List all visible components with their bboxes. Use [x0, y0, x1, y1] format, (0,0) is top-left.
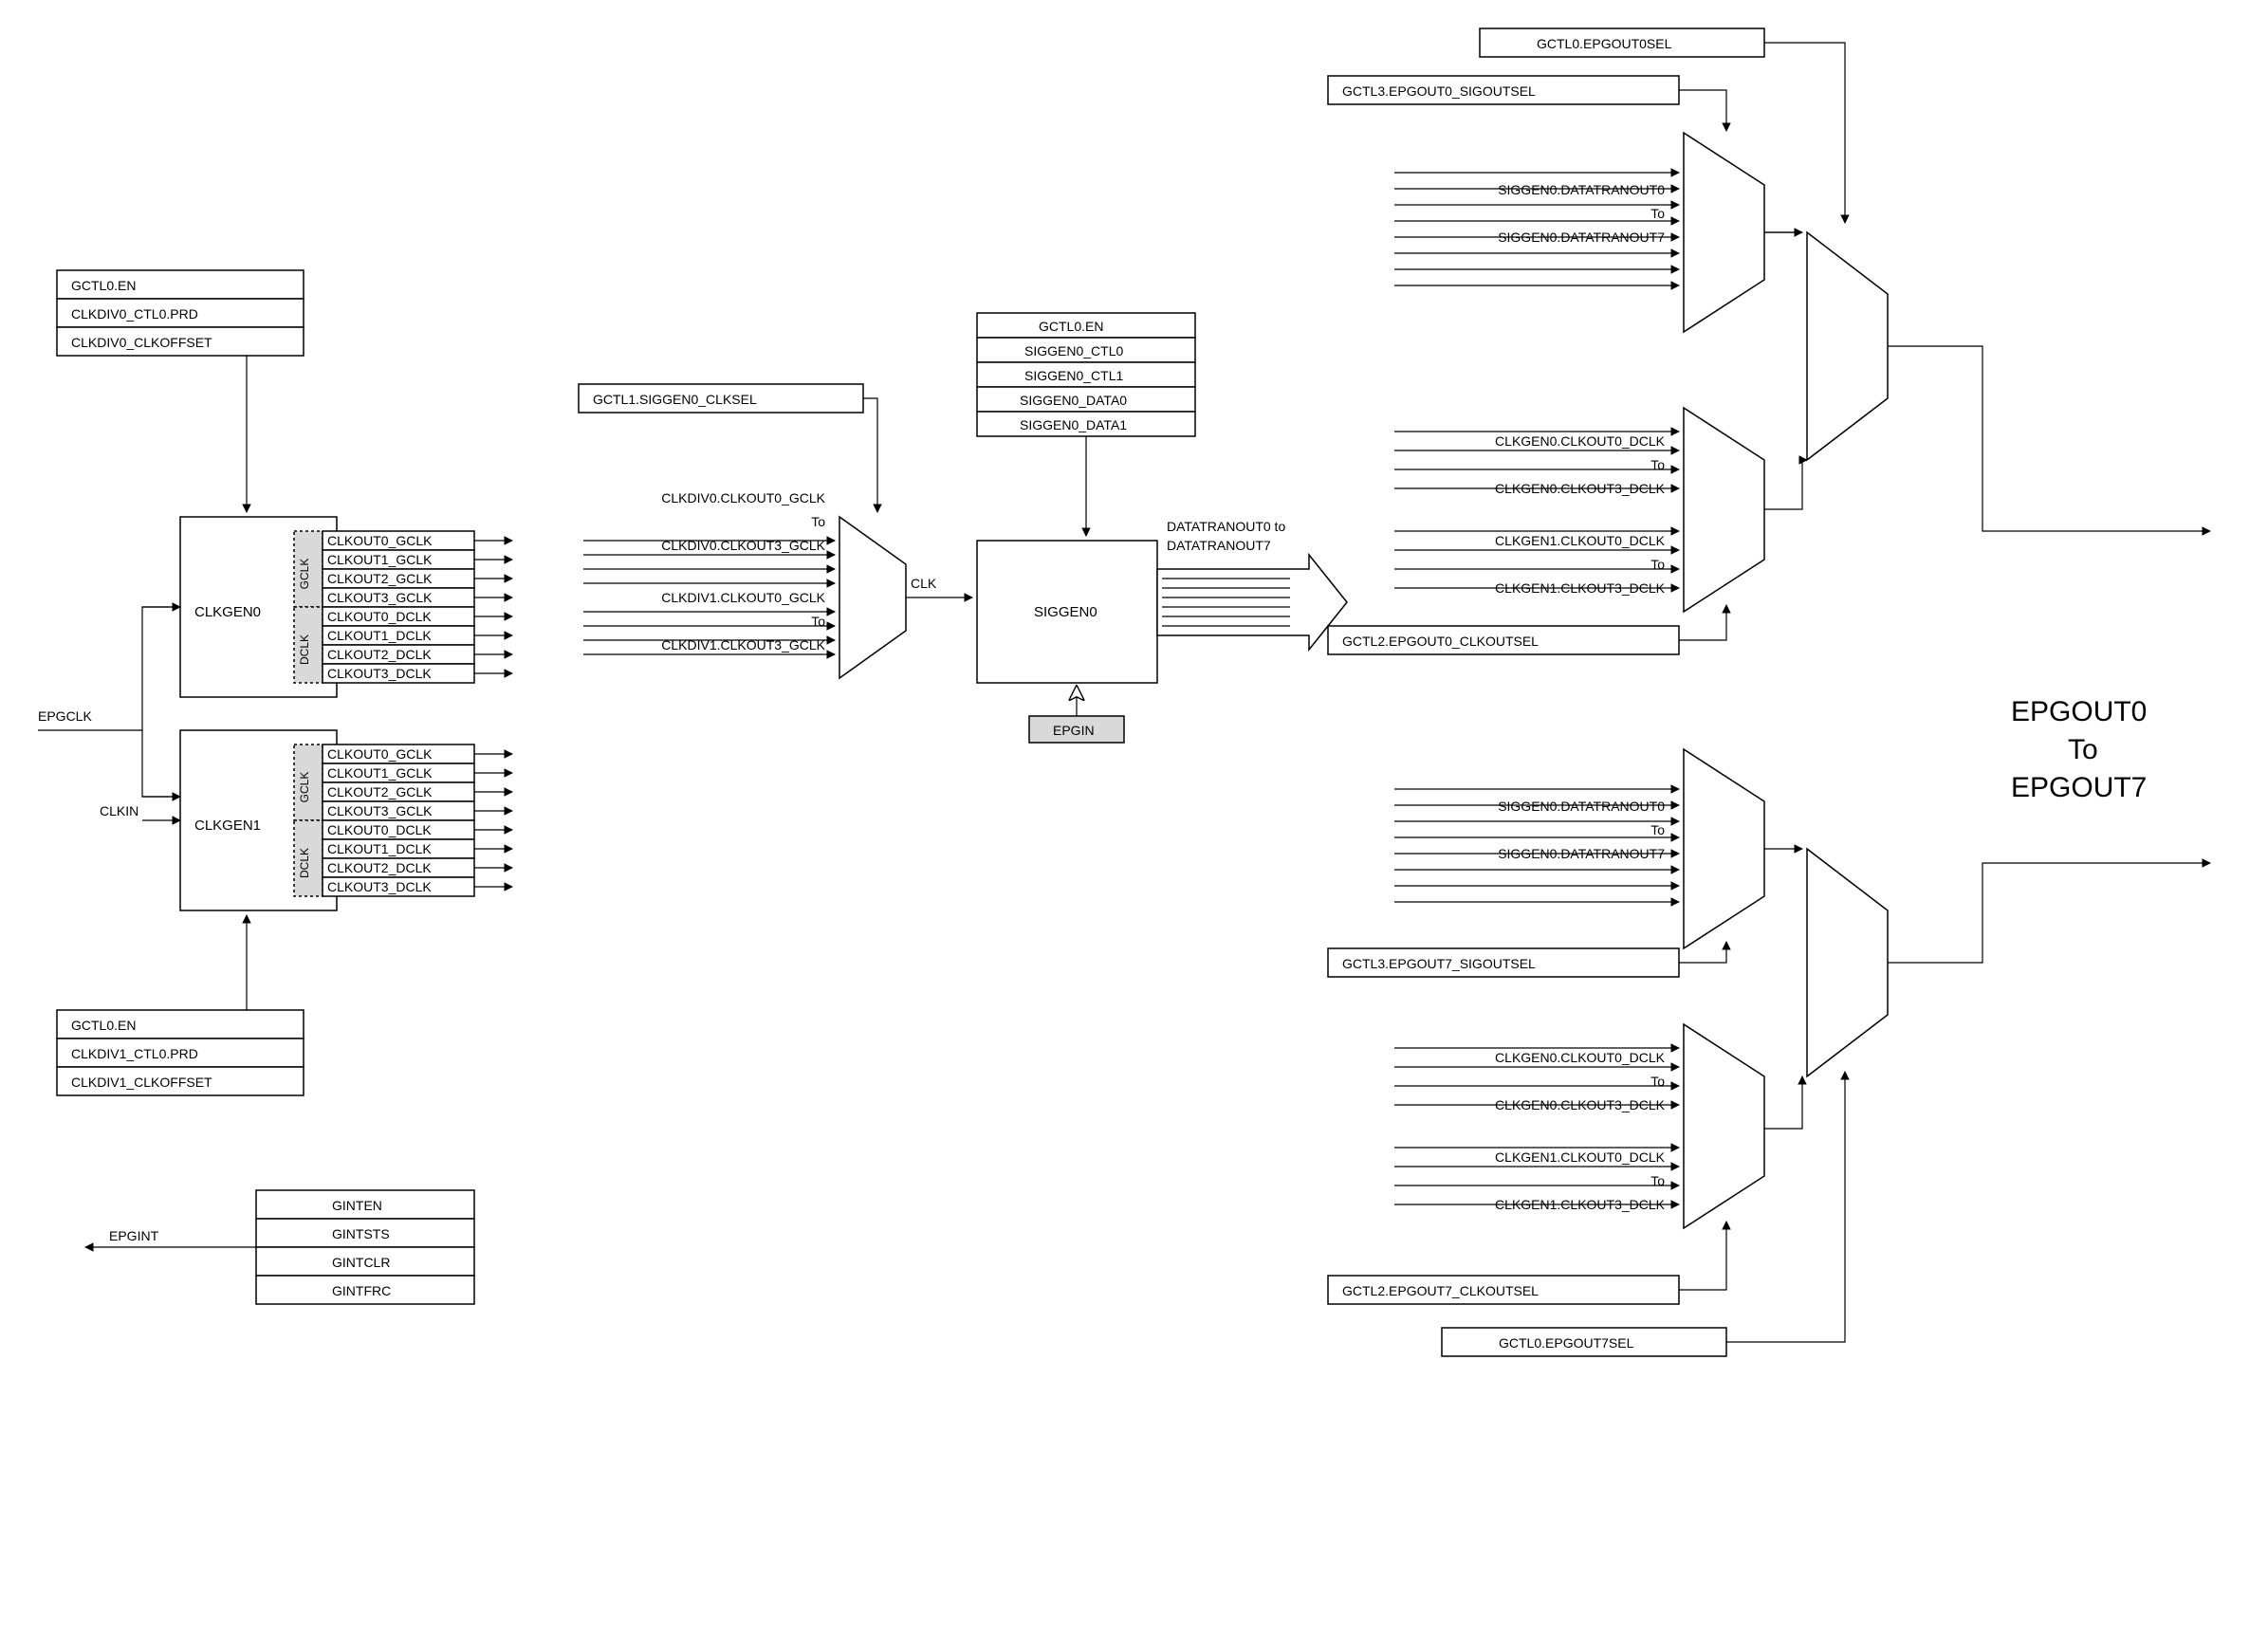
svg-text:CLKOUT3_GCLK: CLKOUT3_GCLK	[327, 590, 433, 605]
clkgen1-name: CLKGEN1	[194, 818, 261, 834]
epgclk-label: EPGCLK	[38, 708, 92, 724]
svg-text:GINTCLR: GINTCLR	[332, 1255, 390, 1270]
svg-text:DATATRANOUT7: DATATRANOUT7	[1167, 538, 1271, 553]
svg-text:CLKOUT3_DCLK: CLKOUT3_DCLK	[327, 879, 432, 894]
clkgen1-regs: GCTL0.EN CLKDIV1_CTL0.PRD CLKDIV1_CLKOFF…	[57, 1010, 304, 1095]
clkgen0-reg0: GCTL0.EN	[71, 278, 136, 293]
clkin-label: CLKIN	[100, 803, 138, 818]
out7-mux	[1807, 849, 1888, 1076]
clkgen1-block: CLKGEN1 GCLK DCLK CLKOUT0_GCLK CLKOUT1_G…	[180, 730, 512, 910]
out7-sel-label: GCTL0.EPGOUT7SEL	[1499, 1335, 1634, 1351]
svg-text:CLKDIV1.CLKOUT0_GCLK: CLKDIV1.CLKOUT0_GCLK	[661, 590, 825, 605]
sig0-mux	[1684, 133, 1764, 332]
svg-text:CLKOUT3_GCLK: CLKOUT3_GCLK	[327, 803, 433, 818]
clkgen0-name: CLKGEN0	[194, 604, 261, 620]
epgout0-label: EPGOUT0	[2011, 696, 2147, 727]
epgout7-label: EPGOUT7	[2011, 772, 2147, 803]
clkgen0-reg2: CLKDIV0_CLKOFFSET	[71, 335, 212, 350]
clk7-sel-label: GCTL2.EPGOUT7_CLKOUTSEL	[1342, 1283, 1539, 1298]
svg-text:CLKOUT0_GCLK: CLKOUT0_GCLK	[327, 746, 433, 762]
svg-text:CLKOUT2_GCLK: CLKOUT2_GCLK	[327, 571, 433, 586]
clkgen0-gclk-label: GCLK	[298, 559, 311, 590]
svg-text:CLKOUT3_DCLK: CLKOUT3_DCLK	[327, 666, 432, 681]
siggen-clksel-label: GCTL1.SIGGEN0_CLKSEL	[593, 392, 757, 407]
clkgen0-reg1: CLKDIV0_CTL0.PRD	[71, 306, 198, 322]
svg-text:CLKOUT1_DCLK: CLKOUT1_DCLK	[327, 841, 432, 856]
sig7-sel-label: GCTL3.EPGOUT7_SIGOUTSEL	[1342, 956, 1536, 971]
svg-text:To: To	[1650, 822, 1665, 837]
svg-text:CLKOUT1_GCLK: CLKOUT1_GCLK	[327, 765, 433, 781]
svg-text:GCTL0.EN: GCTL0.EN	[1039, 319, 1103, 334]
svg-text:CLKOUT1_DCLK: CLKOUT1_DCLK	[327, 628, 432, 643]
svg-text:SIGGEN0_DATA1: SIGGEN0_DATA1	[1020, 417, 1127, 432]
out0-mux	[1807, 232, 1888, 460]
svg-text:GCTL0.EN: GCTL0.EN	[71, 1018, 136, 1033]
svg-text:CLKOUT1_GCLK: CLKOUT1_GCLK	[327, 552, 433, 567]
svg-text:CLKDIV0.CLKOUT0_GCLK: CLKDIV0.CLKOUT0_GCLK	[661, 490, 825, 506]
svg-text:GINTFRC: GINTFRC	[332, 1283, 391, 1298]
siggen-name: SIGGEN0	[1034, 604, 1097, 620]
clkgen0-outs: CLKOUT0_GCLK CLKOUT1_GCLK CLKOUT2_GCLK C…	[323, 531, 474, 683]
svg-text:CLKOUT0_GCLK: CLKOUT0_GCLK	[327, 533, 433, 548]
svg-text:CLKGEN1.CLKOUT0_DCLK: CLKGEN1.CLKOUT0_DCLK	[1495, 533, 1666, 548]
svg-text:CLKOUT0_DCLK: CLKOUT0_DCLK	[327, 609, 432, 624]
clk0-mux	[1684, 408, 1764, 612]
svg-text:CLKOUT0_DCLK: CLKOUT0_DCLK	[327, 822, 432, 837]
clkgen0-regs: GCTL0.EN CLKDIV0_CTL0.PRD CLKDIV0_CLKOFF…	[57, 270, 304, 356]
siggen-clk-mux	[839, 517, 906, 678]
svg-text:CLKDIV1_CLKOFFSET: CLKDIV1_CLKOFFSET	[71, 1075, 212, 1090]
svg-text:DATATRANOUT0 to: DATATRANOUT0 to	[1167, 519, 1285, 534]
svg-text:DCLK: DCLK	[298, 848, 311, 878]
svg-text:CLKOUT2_DCLK: CLKOUT2_DCLK	[327, 647, 432, 662]
svg-text:SIGGEN0.DATATRANOUT0: SIGGEN0.DATATRANOUT0	[1498, 182, 1665, 197]
svg-text:CLKGEN0.CLKOUT0_DCLK: CLKGEN0.CLKOUT0_DCLK	[1495, 1050, 1666, 1065]
svg-text:To: To	[1650, 206, 1665, 221]
bus-arrow-icon	[1157, 555, 1347, 650]
svg-text:SIGGEN0_CTL1: SIGGEN0_CTL1	[1024, 368, 1123, 383]
epgout-to-label: To	[2068, 734, 2098, 765]
gint-block: GINTEN GINTSTS GINTCLR GINTFRC	[256, 1190, 474, 1304]
svg-text:CLKGEN0.CLKOUT0_DCLK: CLKGEN0.CLKOUT0_DCLK	[1495, 433, 1666, 449]
clkgen0-dclk-label: DCLK	[298, 634, 311, 665]
out0-sel-label: GCTL0.EPGOUT0SEL	[1537, 36, 1672, 51]
svg-text:SIGGEN0_CTL0: SIGGEN0_CTL0	[1024, 343, 1123, 358]
epgint-label: EPGINT	[109, 1228, 159, 1243]
sig0-sel-label: GCTL3.EPGOUT0_SIGOUTSEL	[1342, 83, 1536, 99]
svg-text:SIGGEN0.DATATRANOUT0: SIGGEN0.DATATRANOUT0	[1498, 799, 1665, 814]
svg-text:CLKGEN1.CLKOUT0_DCLK: CLKGEN1.CLKOUT0_DCLK	[1495, 1149, 1666, 1165]
siggen-regs: GCTL0.EN SIGGEN0_CTL0 SIGGEN0_CTL1 SIGGE…	[977, 313, 1195, 436]
clk0-sel-label: GCTL2.EPGOUT0_CLKOUTSEL	[1342, 634, 1539, 649]
clk7-mux	[1684, 1024, 1764, 1228]
svg-text:GINTSTS: GINTSTS	[332, 1226, 390, 1241]
svg-text:CLKOUT2_GCLK: CLKOUT2_GCLK	[327, 784, 433, 800]
clk-label: CLK	[911, 576, 937, 591]
clkgen0-block: CLKGEN0 GCLK DCLK CLKOUT0_GCLK CLKOUT1_G…	[180, 517, 512, 697]
svg-text:SIGGEN0_DATA0: SIGGEN0_DATA0	[1020, 393, 1127, 408]
svg-text:GINTEN: GINTEN	[332, 1198, 382, 1213]
svg-text:To: To	[811, 514, 825, 529]
svg-text:CLKOUT2_DCLK: CLKOUT2_DCLK	[327, 860, 432, 875]
svg-text:CLKDIV1_CTL0.PRD: CLKDIV1_CTL0.PRD	[71, 1046, 198, 1061]
epgin-label: EPGIN	[1053, 723, 1095, 738]
svg-text:GCLK: GCLK	[298, 772, 311, 803]
sig7-mux	[1684, 749, 1764, 948]
